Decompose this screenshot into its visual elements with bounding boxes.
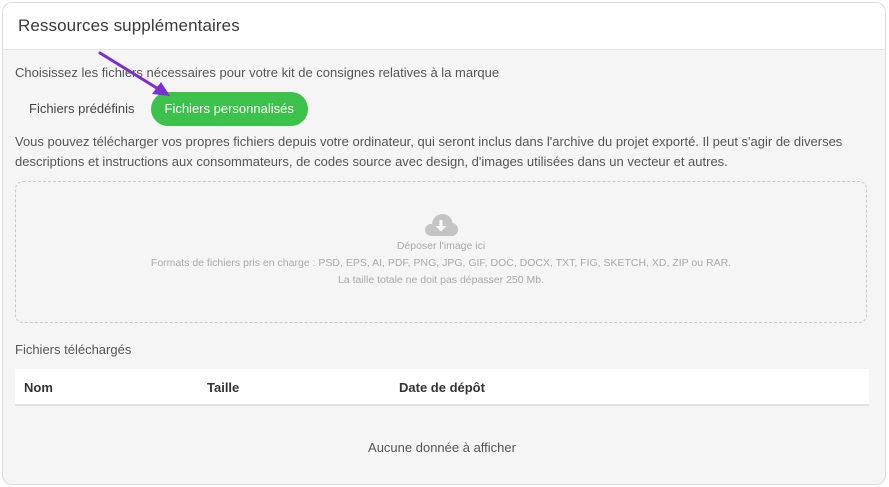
supported-formats: Formats de fichiers pris en charge : PSD… — [150, 257, 732, 269]
empty-table-message: Aucune donnée à afficher — [368, 440, 516, 455]
size-limit: La taille totale ne doit pas dépasser 25… — [337, 274, 545, 286]
drop-instruction: Déposer l'image ici — [396, 240, 486, 252]
tab-predefined-files[interactable]: Fichiers prédéfinis — [15, 92, 149, 126]
file-dropzone[interactable]: Déposer l'image ici Formats de fichiers … — [15, 181, 867, 323]
table-header: Nom Taille Date de dépôt — [15, 369, 869, 406]
tab-custom-files[interactable]: Fichiers personnalisés — [150, 92, 308, 126]
panel-header: Ressources supplémentaires — [3, 3, 885, 50]
cloud-download-icon — [425, 214, 458, 236]
subtitle: Choisissez les fichiers nécessaires pour… — [15, 65, 500, 80]
description-text: Vous pouvez télécharger vos propres fich… — [15, 134, 843, 169]
column-header-date[interactable]: Date de dépôt — [399, 380, 485, 395]
file-source-tabs: Fichiers prédéfinis Fichiers personnalis… — [15, 92, 308, 126]
column-header-name[interactable]: Nom — [24, 380, 53, 395]
uploaded-files-table: Nom Taille Date de dépôt Aucune donnée à… — [15, 369, 869, 455]
uploaded-files-label: Fichiers téléchargés — [15, 342, 132, 357]
column-header-size[interactable]: Taille — [207, 380, 239, 395]
panel-title: Ressources supplémentaires — [18, 16, 240, 35]
